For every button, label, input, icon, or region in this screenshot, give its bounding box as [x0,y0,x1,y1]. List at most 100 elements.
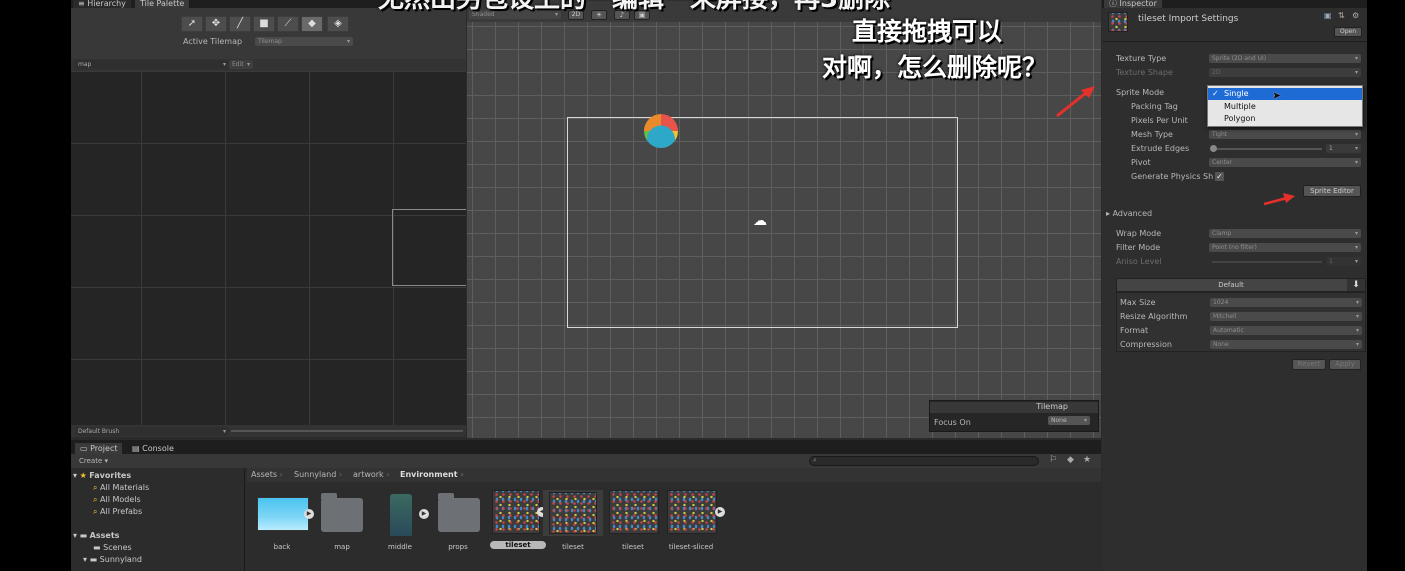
wrap-mode-dropdown[interactable]: Clamp [1209,229,1361,238]
preset-icon[interactable]: ⇅ [1338,11,1345,20]
texture-shape-label: Texture Shape [1116,68,1173,77]
tile-palette-grid[interactable] [71,71,466,425]
favorite-label: All Materials [100,483,150,492]
search-input[interactable]: ⌕ [809,456,1039,466]
favorite-all-models[interactable]: ⌕ All Models [93,495,141,505]
format-dropdown[interactable]: Automatic [1210,326,1362,335]
filter-label-icon[interactable]: ◆ [1067,455,1074,465]
extrude-edges-field[interactable]: 1 [1326,144,1361,153]
tilemap-overlay-title: Tilemap [930,402,1098,413]
tree-item-scenes[interactable]: ▬ Scenes [93,543,132,552]
create-menu[interactable]: Create ▾ [79,457,108,465]
edit-palette-button[interactable]: Edit [229,60,253,69]
folder-tab-icon: ▭ [80,444,91,453]
open-button[interactable]: Open [1334,27,1362,37]
favorite-star-icon[interactable]: ★ [1083,455,1091,465]
asset-tileset-sliced-thumb[interactable] [667,490,717,534]
folder-icon[interactable] [321,493,363,532]
apply-button[interactable]: Apply [1329,359,1361,370]
asset-label: tileset-sliced [668,543,714,551]
platform-settings-box: Max Size 1024 Resize Algorithm Mitchell … [1116,292,1366,352]
select-tool-icon[interactable]: ➚ [181,16,203,32]
hierarchy-icon: ≡ [78,0,88,8]
tab-project[interactable]: ▭ Project [75,443,123,454]
sprite-mode-option-multiple[interactable]: Multiple [1224,102,1256,111]
resize-algorithm-dropdown[interactable]: Mitchell [1210,312,1362,321]
sprite-mode-popup: ✓ Single Multiple Polygon [1207,85,1363,127]
palette-dropdown[interactable]: map [75,60,229,69]
folder-icon[interactable] [438,493,480,532]
expand-arrow-icon[interactable]: ▶ [715,507,725,517]
brush-slider[interactable] [231,430,463,432]
scene-view[interactable]: ☁ [467,22,1101,438]
tab-inspector[interactable]: ⓘ Inspector [1104,0,1162,8]
generate-physics-checkbox[interactable]: ✓ [1215,172,1224,181]
asset-back-thumb[interactable] [257,497,309,531]
sprite-mode-option-single[interactable]: ✓ Single [1208,88,1362,100]
eraser-tool-icon[interactable]: ◆ [301,16,323,32]
brush-dropdown[interactable]: Default Brush [75,427,229,436]
favorite-all-materials[interactable]: ⌕ All Materials [93,483,149,493]
asset-middle-thumb[interactable] [390,494,412,536]
tab-console[interactable]: ▤ Console [127,443,179,454]
extrude-slider-thumb[interactable] [1210,145,1217,152]
active-tilemap-dropdown[interactable]: Tilemap [255,37,353,46]
breadcrumb-label: Assets [251,470,278,479]
assets-node[interactable]: ▾ ▬ Assets [73,531,119,540]
favorite-all-prefabs[interactable]: ⌕ All Prefabs [93,507,142,517]
texture-type-dropdown[interactable]: Sprite (2D and UI) [1209,54,1361,63]
breadcrumb-environment[interactable]: Environment › [400,470,464,479]
sprite-editor-button[interactable]: Sprite Editor [1303,185,1361,197]
red-arrow-sprite-editor [1263,193,1295,206]
breadcrumb-label: Environment [400,470,458,479]
tab-hierarchy[interactable]: ≡ Hierarchy [73,0,131,8]
tab-tile-palette[interactable]: Tile Palette [135,0,190,8]
extrude-edges-slider[interactable] [1210,145,1322,152]
filter-mode-dropdown[interactable]: Point (no filter) [1209,243,1361,252]
tree-item-label: Sunnyland [99,555,142,564]
move-tool-icon[interactable]: ✥ [205,16,227,32]
revert-button[interactable]: Revert [1292,359,1326,370]
expand-arrow-icon[interactable]: ▶ [419,509,429,519]
asset-grid: ▶ back map ▶ middle props ◀ tileset tile… [247,482,1101,571]
pixels-per-unit-label: Pixels Per Unit [1131,116,1188,125]
camera-gizmo-icon: ☁ [753,213,767,229]
breadcrumb-assets[interactable]: Assets › [251,470,283,479]
tab-hierarchy-label: Hierarchy [87,0,126,8]
filter-type-icon[interactable]: ⚐ [1049,455,1057,465]
folder-icon: ▬ [93,543,101,552]
texture-type-label: Texture Type [1116,54,1167,63]
pivot-dropdown[interactable]: Center [1209,158,1361,167]
project-window: ▭ Project ▤ Console Create ▾ ⌕ ⚐ ◆ ★ ▾ ★… [71,440,1101,571]
max-size-dropdown[interactable]: 1024 [1210,298,1362,307]
sprite-mode-option-polygon[interactable]: Polygon [1224,114,1255,123]
gear-icon[interactable]: ⚙ [1352,11,1359,20]
focus-on-dropdown[interactable]: None [1048,416,1090,425]
mesh-type-dropdown[interactable]: Tight [1209,130,1361,139]
breadcrumb-sunnyland[interactable]: Sunnyland › [294,470,342,479]
extrude-edges-label: Extrude Edges [1131,144,1190,153]
platform-tab-default[interactable]: Default [1117,279,1345,291]
help-icon[interactable]: ▣ [1324,11,1332,20]
project-tab-bar: ▭ Project ▤ Console [71,440,1101,454]
breadcrumb-artwork[interactable]: artwork › [353,470,389,479]
tab-inspector-label: Inspector [1119,0,1157,8]
box-fill-tool-icon[interactable]: ■ [253,16,275,32]
favorites-node[interactable]: ▾ ★ Favorites [73,471,131,480]
compression-dropdown[interactable]: None [1210,340,1362,349]
folder-icon: ▬ [79,531,88,540]
picker-tool-icon[interactable]: ⟋ [277,16,299,32]
fill-tool-icon[interactable]: ◈ [327,16,349,32]
asset-tileset-sprite-thumb[interactable] [549,492,597,534]
generate-physics-label: Generate Physics Sh [1131,172,1214,181]
colorful-sphere-sprite[interactable] [644,114,678,148]
asset-tileset-thumb[interactable] [492,490,540,534]
asset-tileset-palette-thumb[interactable] [609,490,659,534]
search-icon: ⌕ [93,483,98,492]
paint-brush-tool-icon[interactable]: ╱ [229,16,251,32]
resize-algorithm-label: Resize Algorithm [1120,312,1188,321]
tree-item-sunnyland[interactable]: ▾ ▬ Sunnyland [83,555,142,564]
advanced-foldout[interactable]: ▸ Advanced [1106,209,1152,218]
expand-arrow-icon[interactable]: ▶ [304,509,314,519]
download-icon[interactable]: ⬇ [1347,279,1365,291]
